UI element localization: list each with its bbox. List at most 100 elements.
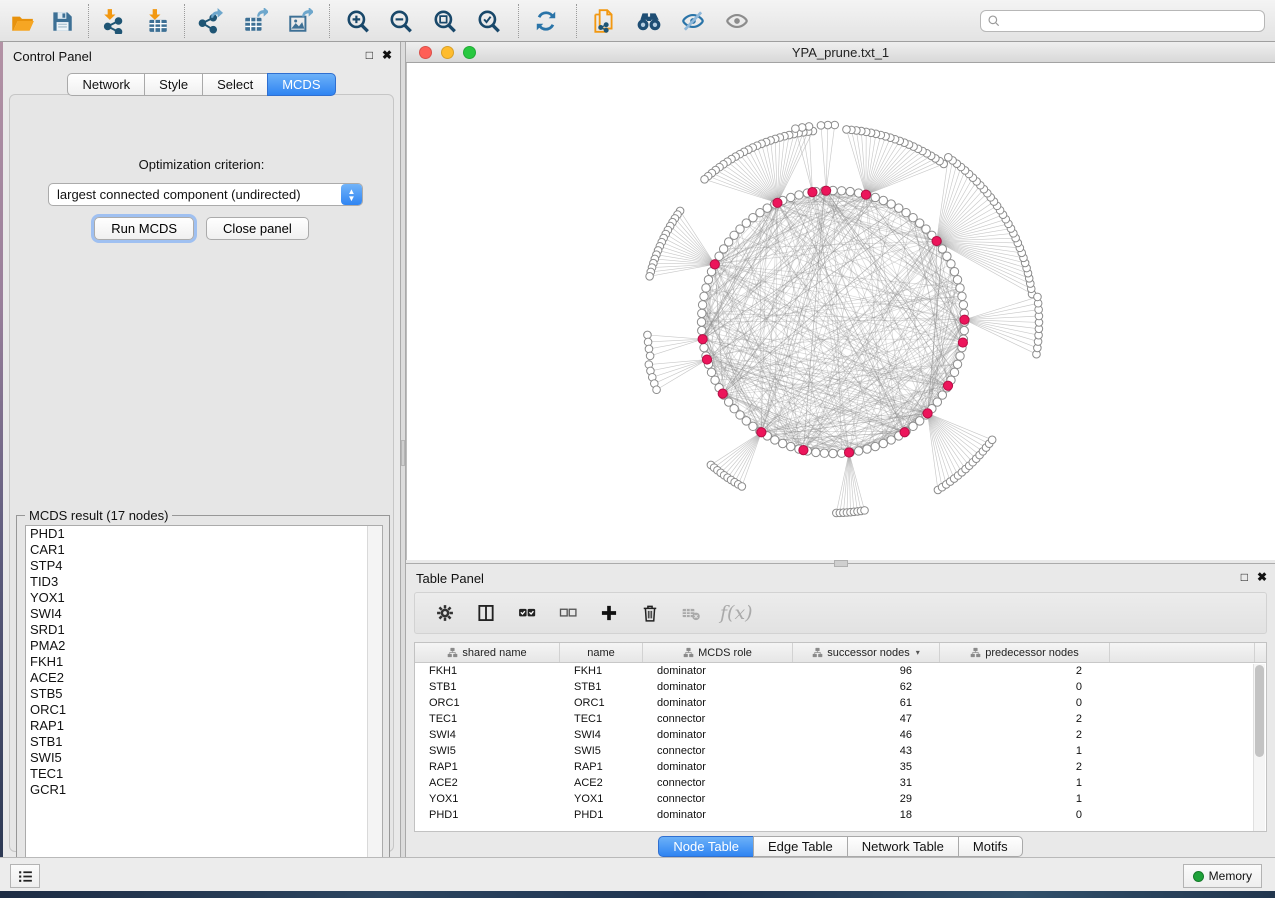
column-label: MCDS role [698, 647, 752, 659]
table-row[interactable]: SWI5SWI5connector431 [415, 743, 1266, 759]
float-icon[interactable]: □ [366, 49, 373, 62]
select-all-icon[interactable] [515, 601, 539, 625]
tab-mcds[interactable]: MCDS [267, 73, 335, 96]
import-network-icon[interactable] [97, 7, 127, 35]
table-cell: SWI4 [560, 729, 643, 741]
vertical-splitter[interactable] [400, 42, 406, 891]
zoom-fit-icon[interactable] [430, 7, 460, 35]
table-cell: dominator [643, 809, 793, 821]
task-history-button[interactable] [10, 864, 40, 888]
table-cell: ORC1 [415, 697, 560, 709]
hide-details-icon[interactable] [678, 7, 708, 35]
run-mcds-button[interactable]: Run MCDS [94, 217, 194, 240]
mcds-list-scrollbar[interactable] [367, 526, 382, 884]
mcds-node-item[interactable]: SWI4 [26, 606, 382, 622]
search-icon [987, 14, 1001, 28]
network-canvas[interactable] [407, 63, 1275, 560]
memory-label: Memory [1209, 869, 1252, 883]
desktop-wallpaper-bottom [0, 891, 1275, 898]
mcds-node-item[interactable]: CAR1 [26, 542, 382, 558]
splitter-grip[interactable] [401, 440, 405, 466]
table-row[interactable]: PHD1PHD1dominator180 [415, 807, 1266, 823]
mcds-node-item[interactable]: RAP1 [26, 718, 382, 734]
refresh-icon[interactable] [531, 7, 561, 35]
columns-icon[interactable] [474, 601, 498, 625]
mcds-node-item[interactable]: TID3 [26, 574, 382, 590]
doc-share-icon[interactable] [589, 7, 619, 35]
table-panel-title: Table Panel [416, 571, 484, 586]
mcds-node-item[interactable]: STP4 [26, 558, 382, 574]
status-bar: Memory [0, 857, 1275, 891]
add-icon[interactable] [597, 601, 621, 625]
mcds-node-item[interactable]: PHD1 [26, 526, 382, 542]
zoom-in-icon[interactable] [343, 7, 373, 35]
column-label: name [587, 647, 615, 659]
zoom-out-icon[interactable] [386, 7, 416, 35]
column-header-shared-name[interactable]: shared name [415, 643, 560, 662]
table-row[interactable]: ACE2ACE2connector311 [415, 775, 1266, 791]
binoculars-icon[interactable] [634, 7, 664, 35]
import-table-icon[interactable] [142, 7, 172, 35]
table-row[interactable]: SWI4SWI4dominator462 [415, 727, 1266, 743]
table-cell: 0 [940, 697, 1110, 709]
close-panel-button[interactable]: Close panel [206, 217, 309, 240]
table-cell: PHD1 [560, 809, 643, 821]
mcds-node-item[interactable]: SRD1 [26, 622, 382, 638]
tab-network-table[interactable]: Network Table [847, 836, 958, 857]
open-folder-icon[interactable] [7, 7, 37, 35]
export-table-icon[interactable] [240, 7, 270, 35]
gear-icon[interactable] [433, 601, 457, 625]
column-header-empty [1110, 643, 1255, 662]
column-header-predecessor-nodes[interactable]: predecessor nodes [940, 643, 1110, 662]
save-icon[interactable] [47, 7, 77, 35]
table-row[interactable]: FKH1FKH1dominator962 [415, 663, 1266, 679]
close-icon[interactable]: ✖ [1257, 571, 1267, 584]
column-header-MCDS-role[interactable]: MCDS role [643, 643, 793, 662]
mcds-node-item[interactable]: FKH1 [26, 654, 382, 670]
close-icon[interactable]: ✖ [382, 49, 392, 62]
table-cell: PHD1 [415, 809, 560, 821]
mcds-node-item[interactable]: STB1 [26, 734, 382, 750]
table-row[interactable]: TEC1TEC1connector472 [415, 711, 1266, 727]
table-cell: 0 [940, 809, 1110, 821]
network-window-titlebar[interactable]: YPA_prune.txt_1 [406, 42, 1275, 63]
mcds-node-item[interactable]: TEC1 [26, 766, 382, 782]
optimization-dropdown[interactable]: largest connected component (undirected)… [48, 183, 363, 206]
table-cell: FKH1 [415, 665, 560, 677]
table-row[interactable]: RAP1RAP1dominator352 [415, 759, 1266, 775]
table-scrollbar-thumb[interactable] [1255, 665, 1264, 757]
table-row[interactable]: STB1STB1dominator620 [415, 679, 1266, 695]
zoom-selected-icon[interactable] [474, 7, 504, 35]
tab-network[interactable]: Network [67, 73, 144, 96]
tab-motifs[interactable]: Motifs [958, 836, 1023, 857]
tab-node-table[interactable]: Node Table [658, 836, 753, 857]
tab-select[interactable]: Select [202, 73, 267, 96]
sort-chevron-icon[interactable]: ▾ [916, 648, 920, 657]
clear-table-icon [679, 601, 703, 625]
table-row[interactable]: YOX1YOX1connector291 [415, 791, 1266, 807]
table-row[interactable]: ORC1ORC1dominator610 [415, 695, 1266, 711]
column-header-successor-nodes[interactable]: successor nodes▾ [793, 643, 940, 662]
mcds-node-item[interactable]: YOX1 [26, 590, 382, 606]
mcds-result-list[interactable]: PHD1CAR1STP4TID3YOX1SWI4SRD1PMA2FKH1ACE2… [25, 525, 383, 885]
tab-edge-table[interactable]: Edge Table [753, 836, 847, 857]
column-type-icon [447, 647, 458, 658]
mcds-node-item[interactable]: ORC1 [26, 702, 382, 718]
column-header-name[interactable]: name [560, 643, 643, 662]
tab-style[interactable]: Style [144, 73, 202, 96]
mcds-node-item[interactable]: SWI5 [26, 750, 382, 766]
deselect-all-icon[interactable] [556, 601, 580, 625]
search-box[interactable] [980, 10, 1265, 32]
mcds-node-item[interactable]: PMA2 [26, 638, 382, 654]
mcds-node-item[interactable]: ACE2 [26, 670, 382, 686]
export-image-icon[interactable] [285, 7, 315, 35]
delete-icon[interactable] [638, 601, 662, 625]
table-cell: SWI5 [560, 745, 643, 757]
mcds-node-item[interactable]: GCR1 [26, 782, 382, 798]
search-input[interactable] [1001, 14, 1264, 28]
float-icon[interactable]: □ [1241, 571, 1248, 584]
mcds-node-item[interactable]: STB5 [26, 686, 382, 702]
table-scrollbar[interactable] [1253, 664, 1265, 831]
export-network-icon[interactable] [195, 7, 225, 35]
memory-button[interactable]: Memory [1183, 864, 1262, 888]
